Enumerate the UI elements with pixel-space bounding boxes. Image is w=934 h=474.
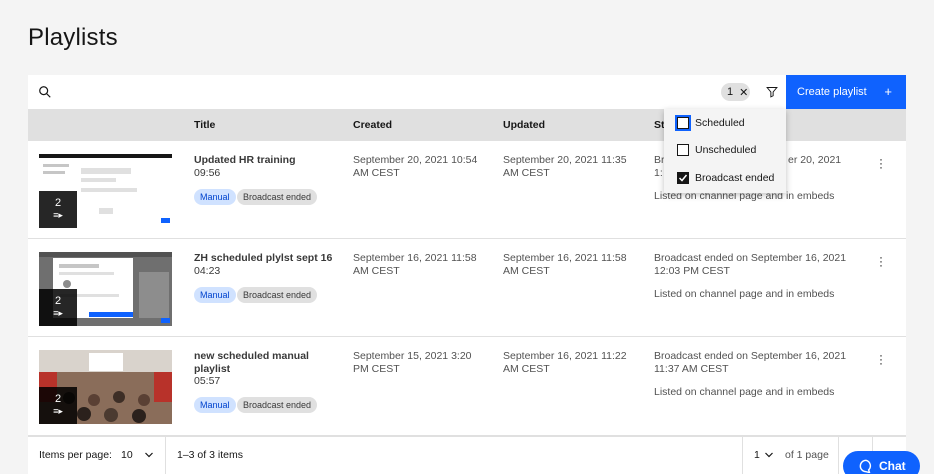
playlist-duration: 04:23 [194,265,221,277]
updated-date: September 16, 2021 11:58 AM CEST [503,252,627,277]
video-count-badge: 2 ≡▸ [39,289,77,326]
filter-option-unscheduled[interactable]: Unscheduled [677,142,756,158]
video-count: 2 [54,197,62,209]
created-date: September 16, 2021 11:58 AM CEST [353,252,477,277]
overflow-menu-icon[interactable]: · · · [877,153,885,173]
header-title[interactable]: Title [194,119,215,131]
playlist-thumbnail[interactable]: 2 ≡▸ [39,154,172,228]
tag-broadcast-ended: Broadcast ended [237,189,318,205]
create-playlist-button[interactable]: Create playlist + [786,75,906,109]
status-text-left: Br [654,154,665,166]
playlist-title[interactable]: Updated HR training [194,154,334,167]
filter-option-label: Unscheduled [695,144,757,156]
table-row[interactable]: 2 ≡▸ new scheduled manual playlist 05:57… [28,337,906,436]
video-count: 2 [54,295,62,307]
chevron-down-icon [765,452,773,458]
playlist-tags: Manual Broadcast ended [194,287,394,303]
page-value: 1 [754,449,760,461]
chat-label: Chat [879,459,906,473]
playlist-tags: Manual Broadcast ended [194,397,394,413]
chevron-down-icon [145,452,153,458]
chat-button[interactable]: Chat [843,451,920,474]
page-title: Playlists [28,24,118,51]
create-playlist-label: Create playlist [797,86,867,98]
plus-icon: + [884,84,892,99]
active-filter-tag[interactable]: 1 ✕ [721,83,750,101]
filter-button[interactable] [758,75,786,109]
checkbox-checked[interactable] [677,172,689,184]
checkbox[interactable] [675,115,691,131]
tag-manual: Manual [194,189,236,205]
playlist-thumbnail[interactable]: 2 ≡▸ [39,252,172,326]
filter-menu: Scheduled Unscheduled Broadcast ended [664,109,786,193]
table-toolbar: 1 ✕ Create playlist + [28,75,906,109]
filter-option-label: Scheduled [695,117,745,129]
header-status[interactable]: St [654,119,665,131]
playlist-duration: 05:57 [194,375,221,387]
updated-date: September 16, 2021 11:22 AM CEST [503,350,627,375]
playlist-icon: ≡▸ [53,406,63,416]
video-count: 2 [54,393,62,405]
tag-broadcast-ended: Broadcast ended [237,397,318,413]
status-text: Broadcast ended on September 16, 2021 11… [654,350,847,375]
created-date: September 20, 2021 10:54 AM CEST [353,154,478,179]
items-per-page-label: Items per page: [39,449,112,461]
divider [742,437,743,474]
filter-count: 1 [727,86,734,98]
video-count-badge: 2 ≡▸ [39,387,77,424]
overflow-menu-icon[interactable]: · · · [877,251,885,271]
playlist-icon: ≡▸ [53,308,63,318]
table-row[interactable]: 2 ≡▸ ZH scheduled plylst sept 16 04:23 M… [28,239,906,337]
tag-manual: Manual [194,397,236,413]
tag-broadcast-ended: Broadcast ended [237,287,318,303]
search-icon [39,86,51,98]
items-per-page-select[interactable]: 10 [121,449,159,461]
divider [165,437,166,474]
items-range: 1–3 of 3 items [177,449,243,461]
playlist-title[interactable]: ZH scheduled plylst sept 16 [194,252,334,265]
overflow-menu-icon[interactable]: · · · [877,349,885,369]
status-text: Broadcast ended on September 16, 2021 12… [654,252,847,277]
checkmark-icon [678,174,688,182]
header-created[interactable]: Created [353,119,392,131]
playlist-thumbnail[interactable]: 2 ≡▸ [39,350,172,424]
items-per-page-value: 10 [121,449,133,461]
tag-manual: Manual [194,287,236,303]
filter-option-scheduled[interactable]: Scheduled [675,115,745,131]
page-total: of 1 page [785,449,829,461]
pagination: Items per page: 10 1–3 of 3 items 1 of 1… [28,436,906,474]
filter-icon [766,87,778,98]
created-date: September 15, 2021 3:20 PM CEST [353,350,472,375]
filter-option-broadcast-ended[interactable]: Broadcast ended [677,170,774,186]
playlist-duration: 09:56 [194,167,221,179]
search-input[interactable] [62,79,712,105]
page-select[interactable]: 1 [754,449,778,461]
playlist-tags: Manual Broadcast ended [194,189,394,205]
visibility-text: Listed on channel page and in embeds [654,288,835,300]
status-text-right: er 20, 2021 [788,154,842,166]
divider [838,437,839,474]
status-text-left-2: 1: [654,166,663,179]
close-icon[interactable]: ✕ [739,86,748,99]
video-count-badge: 2 ≡▸ [39,191,77,228]
filter-option-label: Broadcast ended [695,172,775,184]
visibility-text: Listed on channel page and in embeds [654,386,835,398]
playlist-title[interactable]: new scheduled manual playlist [194,350,334,376]
updated-date: September 20, 2021 11:35 AM CEST [503,154,627,179]
chat-icon [859,459,872,473]
checkbox[interactable] [677,144,689,156]
header-updated[interactable]: Updated [503,119,545,131]
playlist-icon: ≡▸ [53,210,63,220]
